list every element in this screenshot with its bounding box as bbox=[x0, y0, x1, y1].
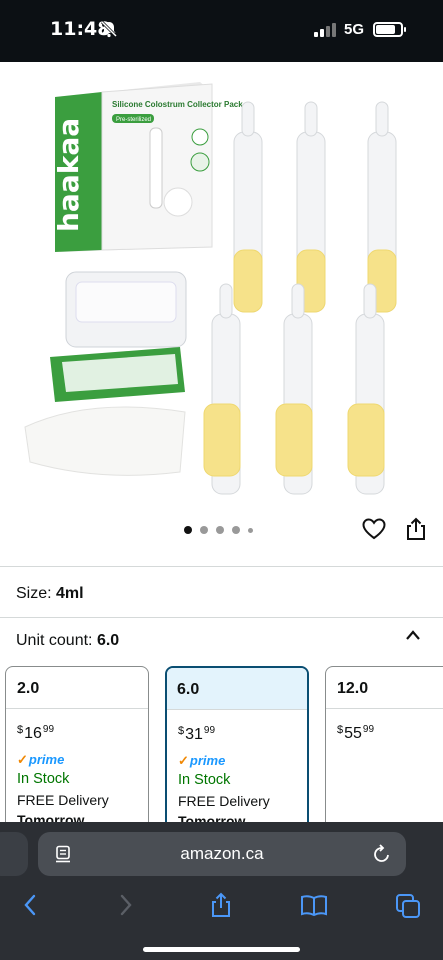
size-value: 4ml bbox=[56, 585, 84, 602]
prime-check-icon: ✓ bbox=[178, 753, 189, 768]
stock-status: In Stock bbox=[178, 772, 231, 788]
carousel-dot[interactable] bbox=[248, 527, 253, 533]
status-bar: 11:48 5G bbox=[0, 0, 443, 62]
prime-badge: ✓ prime bbox=[17, 752, 65, 767]
battery-icon bbox=[373, 22, 406, 37]
address-bar[interactable]: amazon.ca bbox=[38, 832, 406, 876]
delivery-text: FREE Delivery bbox=[17, 792, 109, 808]
unit-count-options: 2.0 $1699 ✓ prime In Stock FREE Delivery … bbox=[5, 666, 443, 836]
size-row: Size: 4ml bbox=[16, 585, 84, 603]
browser-nav bbox=[0, 890, 443, 920]
option-card-6[interactable]: 6.0 $3199 ✓ prime In Stock FREE Delivery … bbox=[165, 666, 309, 836]
brand-text: haakaa bbox=[52, 118, 85, 232]
stock-status: In Stock bbox=[17, 771, 70, 787]
carousel-dot[interactable] bbox=[200, 526, 208, 534]
url-text: amazon.ca bbox=[180, 844, 264, 863]
previous-tab[interactable] bbox=[0, 832, 28, 876]
prime-check-icon: ✓ bbox=[17, 752, 28, 767]
forward-icon[interactable] bbox=[110, 890, 140, 920]
size-label: Size: bbox=[16, 585, 52, 602]
network-label: 5G bbox=[344, 21, 365, 38]
divider bbox=[0, 566, 443, 567]
option-title: 2.0 bbox=[6, 667, 148, 709]
unit-count-label: Unit count: bbox=[16, 632, 93, 649]
divider bbox=[0, 617, 443, 618]
option-title: 12.0 bbox=[326, 667, 443, 709]
option-price: $5599 bbox=[337, 724, 375, 742]
prime-badge: ✓ prime bbox=[178, 753, 226, 768]
option-card-12[interactable]: 12.0 $5599 bbox=[325, 666, 443, 836]
carousel-dot[interactable] bbox=[184, 526, 192, 534]
box-title: Silicone Colostrum Collector Pack bbox=[112, 100, 243, 109]
browser-toolbar: amazon.ca bbox=[0, 822, 443, 960]
back-icon[interactable] bbox=[16, 890, 46, 920]
tabs-icon[interactable] bbox=[394, 890, 424, 920]
carousel-dots[interactable] bbox=[184, 526, 253, 534]
share-icon[interactable] bbox=[405, 517, 427, 541]
reload-icon[interactable] bbox=[372, 843, 392, 865]
heart-icon[interactable] bbox=[362, 518, 386, 540]
signal-icon bbox=[314, 23, 336, 37]
bell-off-icon bbox=[100, 20, 118, 38]
delivery-text: FREE Delivery bbox=[178, 793, 270, 809]
bookmarks-icon[interactable] bbox=[299, 890, 329, 920]
option-title: 6.0 bbox=[167, 668, 307, 710]
product-image[interactable]: haakaa Silicone Colostrum Collector Pack… bbox=[0, 62, 443, 502]
option-price: $3199 bbox=[178, 725, 216, 743]
product-photo: haakaa Silicone Colostrum Collector Pack… bbox=[24, 82, 397, 495]
unit-count-row[interactable]: Unit count: 6.0 bbox=[16, 632, 119, 650]
home-indicator bbox=[143, 947, 300, 952]
carousel-dot[interactable] bbox=[232, 526, 240, 534]
option-price: $1699 bbox=[17, 724, 55, 742]
share-icon[interactable] bbox=[206, 890, 236, 920]
box-sub: Pre-sterilized bbox=[116, 117, 151, 123]
collectors bbox=[203, 101, 397, 495]
unit-count-value: 6.0 bbox=[96, 632, 120, 649]
carousel-dot[interactable] bbox=[216, 526, 224, 534]
option-card-2[interactable]: 2.0 $1699 ✓ prime In Stock FREE Delivery … bbox=[5, 666, 149, 836]
chevron-up-icon[interactable] bbox=[405, 629, 421, 641]
